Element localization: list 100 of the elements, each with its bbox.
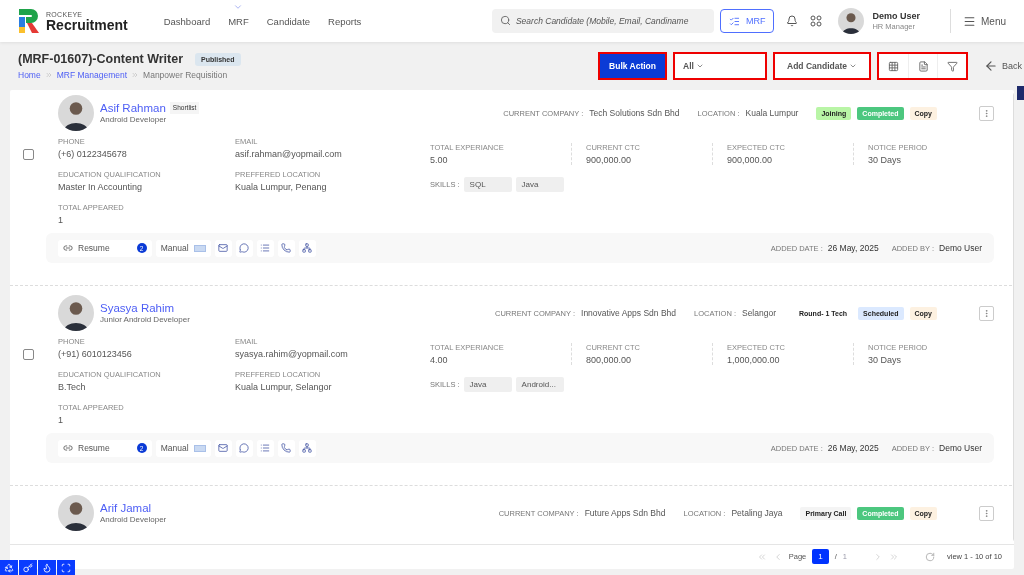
field-value: (+6) 0122345678 [58,149,128,159]
breadcrumb-link[interactable]: Manpower Requisition [143,70,228,80]
network-button[interactable] [298,439,316,457]
candidate-role: Android Developer [100,115,168,126]
phone-button[interactable] [277,439,295,457]
back-link[interactable]: Back [984,59,1024,73]
nav-link[interactable]: Reports [328,15,362,27]
field-value: asif.rahman@yopmail.com [235,149,343,159]
field-value: 1 [58,415,64,425]
mrf-button[interactable]: MRF [719,9,775,33]
nav-link[interactable]: Dashboard [163,15,211,27]
page-title: (MRF-01607)-Content Writer [18,52,184,66]
field-value: Kuala Lumpur, Penang [235,182,328,192]
field-value: 900,000.00 [586,155,633,165]
refresh-icon[interactable] [924,551,935,562]
company-value: Tech Solutions Sdn Bhd [589,108,680,118]
link-icon [63,443,73,453]
chat-button[interactable] [235,239,253,257]
list-button[interactable] [256,239,274,257]
field-value: Kuala Lumpur, Selangor [235,382,333,392]
added-by-value: Demo User [939,443,982,453]
more-icon [982,108,991,118]
bulk-action-button[interactable]: Bulk Action [598,52,667,80]
manual-button[interactable]: Manual [155,239,211,257]
company-value: Future Apps Sdn Bhd [584,508,666,518]
flame-icon [42,562,52,573]
manual-button[interactable]: Manual [155,439,211,457]
expand-icon [61,562,71,573]
field-value: 800,000.00 [586,355,633,365]
field-value: 5.00 [430,155,449,165]
mail-button[interactable] [214,239,232,257]
candidate-avatar [58,95,94,131]
page-input[interactable]: 1 [812,549,829,564]
field-value: B.Tech [58,382,87,392]
checklist-icon [728,15,740,27]
apps-icon[interactable] [810,15,823,27]
flame-button[interactable] [38,560,56,575]
added-by-value: Demo User [939,243,982,253]
field-value: 1 [58,215,64,225]
key-icon [23,562,33,573]
candidate-role: Android Developer [100,515,167,526]
nav-link[interactable]: Candidate [266,15,311,27]
skill-tag: Java [463,377,512,392]
network-icon [302,243,313,253]
field-value: 30 Days [868,355,903,365]
more-button[interactable] [979,505,994,521]
more-button[interactable] [979,105,994,121]
candidate-name[interactable]: Arif Jamal [100,500,152,516]
field-value: syasya.rahim@yopmail.com [235,349,349,359]
breadcrumb-link[interactable]: Home [18,70,41,80]
field-value: 1,000,000.00 [727,355,781,365]
document-icon [917,60,929,72]
caret-icon [849,62,857,70]
recycle-icon [4,562,14,573]
chat-button[interactable] [235,439,253,457]
location-value: Petaling Jaya [731,508,783,518]
skill-tag: Java [515,177,564,192]
filter-icon [946,60,958,72]
skill-tag: SQL [463,177,512,192]
select-checkbox[interactable] [22,148,34,160]
field-value: 900,000.00 [727,155,774,165]
skill-tag: Android... [515,377,564,392]
mail-icon [218,243,229,253]
expand-button[interactable] [57,560,75,575]
user-name: Demo User [872,11,920,22]
phone-button[interactable] [277,239,295,257]
key-button[interactable] [19,560,37,575]
search-field[interactable]: Search Candidate (Mobile, Email, Candiname [491,9,714,33]
more-icon [982,508,991,518]
field-value: 4.00 [430,355,449,365]
mail-button[interactable] [214,439,232,457]
bell-icon[interactable] [786,15,799,27]
menu-icon [963,14,976,28]
network-button[interactable] [298,239,316,257]
candidate-role: Junior Android Developer [100,315,190,326]
search-icon [499,15,511,26]
menu-button[interactable]: Menu [963,14,1006,28]
caret-icon [695,62,704,70]
chat-icon [239,443,250,453]
breadcrumb-link[interactable]: MRF Management [56,70,128,80]
more-icon [982,308,991,318]
field-value: Master In Accounting [58,182,144,192]
add-candidate-button[interactable]: Add Candidate [773,52,871,80]
field-value: (+91) 6010123456 [58,349,133,359]
candidate-avatar [58,495,94,531]
select-checkbox[interactable] [22,348,34,360]
nav-link[interactable]: MRF [228,15,249,27]
candidate-name[interactable]: Asif Rahman [100,100,166,116]
link-icon [63,243,73,253]
phone-icon [281,443,292,453]
list-button[interactable] [256,439,274,457]
arrow-left-icon [984,59,998,73]
brand-name: Recruitment [46,17,128,32]
location-value: Selangor [741,308,776,318]
candidate-name[interactable]: Syasya Rahim [100,300,175,316]
phone-icon [281,243,292,253]
filter-select[interactable]: All [673,52,767,80]
more-button[interactable] [979,305,994,321]
added-date-value: 26 May, 2025 [827,243,879,253]
recycle-button[interactable] [0,560,18,575]
